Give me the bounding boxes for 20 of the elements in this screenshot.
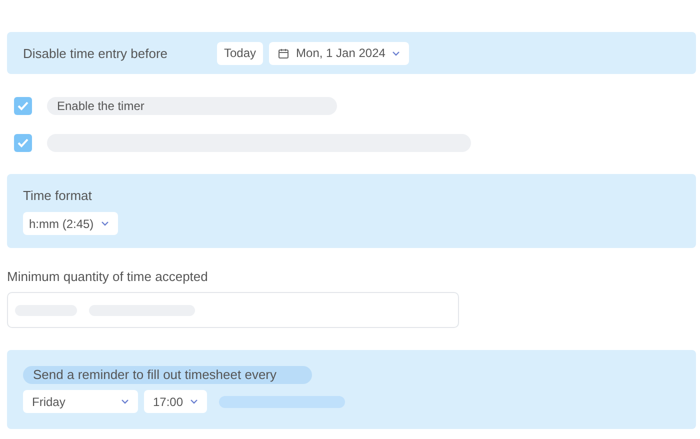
- chevron-down-icon: [100, 221, 109, 226]
- checkbox[interactable]: [14, 96, 32, 114]
- checkmark-icon: [17, 138, 29, 148]
- today-button[interactable]: Today: [217, 42, 264, 64]
- setting-label: Send a reminder to fill out timesheet every: [23, 366, 312, 384]
- input-field[interactable]: [7, 292, 459, 328]
- setting-label: Time format: [23, 188, 93, 203]
- setting-label: Minimum quantity of time accepted: [7, 269, 208, 284]
- chevron-down-icon: [392, 50, 400, 56]
- checkmark-icon: [17, 100, 29, 110]
- day-select[interactable]: Friday: [23, 390, 138, 413]
- chevron-down-icon: [190, 399, 198, 404]
- time-select[interactable]: 17:00: [144, 390, 208, 413]
- chevron-down-icon: [121, 399, 129, 404]
- setting-label: Disable time entry before: [23, 46, 169, 60]
- date-select[interactable]: Mon, 1 Jan 2024: [269, 42, 410, 64]
- checkbox[interactable]: [14, 134, 32, 152]
- option-label: Enable the timer: [47, 96, 337, 114]
- format-select[interactable]: h:mm (2:45): [23, 212, 118, 235]
- calendar-icon: [278, 48, 290, 58]
